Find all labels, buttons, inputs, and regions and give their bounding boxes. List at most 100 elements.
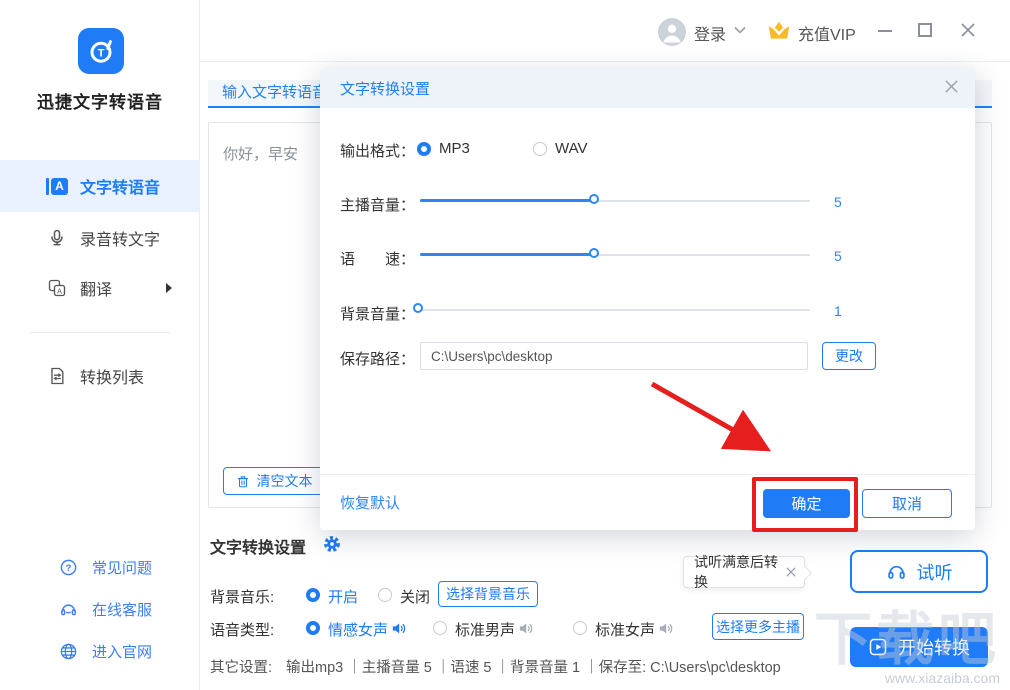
bg-music-on-label[interactable]: 开启 — [328, 586, 358, 607]
sidebar-item-speech-to-text[interactable]: 录音转文字 — [0, 212, 200, 264]
format-wav-label[interactable]: WAV — [555, 140, 588, 157]
listen-tooltip: 试听满意后转换 — [683, 554, 813, 590]
minimize-icon[interactable] — [878, 30, 892, 32]
sidebar-divider — [30, 332, 170, 333]
more-voices-button[interactable]: 选择更多主播 — [712, 613, 804, 640]
restore-defaults-link[interactable]: 恢复默认 — [340, 492, 400, 513]
modal-footer-divider — [320, 474, 975, 475]
listen-button[interactable]: 试听 — [850, 550, 988, 593]
format-mp3-radio[interactable] — [417, 142, 431, 156]
app-window: T 迅捷文字转语音 文字转语音 录音转文字 A — [0, 0, 1010, 690]
sidebar-item-translate[interactable]: A 翻译 — [0, 262, 200, 314]
sidebar-item-label: 翻译 — [80, 282, 113, 299]
voice-standard-male-radio[interactable] — [433, 621, 447, 635]
globe-icon — [58, 642, 78, 661]
gear-icon[interactable] — [322, 534, 342, 554]
bg-music-label: 背景音乐: — [210, 589, 275, 606]
format-mp3-label[interactable]: MP3 — [439, 140, 470, 157]
conversion-list-icon — [46, 366, 68, 386]
bg-music-off-label[interactable]: 关闭 — [400, 586, 430, 607]
speaker-icon-blue[interactable] — [390, 620, 407, 637]
anchor-volume-label: 主播音量： — [340, 197, 416, 214]
headphones-icon — [886, 561, 907, 582]
speed-value: 5 — [834, 248, 842, 264]
voice-standard-female-radio[interactable] — [573, 621, 587, 635]
ok-button[interactable]: 确定 — [763, 489, 850, 518]
text-input-content: 你好，早安 — [223, 146, 299, 163]
svg-text:T: T — [98, 48, 105, 60]
speed-slider[interactable] — [420, 248, 810, 262]
sidebar-item-text-to-speech[interactable]: 文字转语音 — [0, 160, 200, 212]
slider-handle[interactable] — [588, 194, 599, 204]
voice-type-label: 语音类型: — [210, 622, 275, 639]
svg-text:?: ? — [65, 563, 71, 574]
start-convert-button[interactable]: 开始转换 — [850, 627, 988, 667]
trash-icon — [236, 474, 250, 489]
voice-emotional-female-label[interactable]: 情感女声 — [328, 619, 388, 640]
tooltip-close-icon[interactable] — [786, 567, 796, 577]
anchor-volume-value: 5 — [834, 194, 842, 210]
sidebar: T 迅捷文字转语音 文字转语音 录音转文字 A — [0, 0, 200, 690]
play-icon — [868, 637, 888, 657]
translate-icon: A — [46, 278, 68, 298]
other-settings-label: 其它设置: — [210, 660, 273, 676]
bg-music-off-radio[interactable] — [378, 588, 392, 602]
voice-emotional-female-radio[interactable] — [306, 621, 320, 635]
settings-modal: 文字转换设置 输出格式： MP3 WAV 主播音量： 5 语 速： 5 背景音量… — [320, 68, 975, 530]
watermark-url: www.xiazaiba.com — [884, 670, 1000, 686]
tooltip-text: 试听满意后转换 — [694, 554, 778, 590]
question-icon: ? — [58, 558, 78, 577]
voice-standard-male-label[interactable]: 标准男声 — [455, 619, 515, 640]
tooltip-arrow — [797, 565, 813, 581]
titlebar: 登录 充值VIP — [200, 0, 1010, 62]
cancel-button[interactable]: 取消 — [862, 489, 952, 518]
bg-volume-value: 1 — [834, 303, 842, 319]
app-logo-icon: T — [78, 28, 124, 74]
close-icon[interactable] — [960, 22, 976, 38]
bg-volume-slider[interactable] — [413, 303, 810, 317]
microphone-icon — [46, 228, 68, 248]
avatar[interactable] — [658, 18, 686, 46]
modal-title: 文字转换设置 — [340, 81, 431, 98]
bg-music-on-radio[interactable] — [306, 588, 320, 602]
format-wav-radio[interactable] — [533, 142, 547, 156]
save-path-label: 保存路径： — [340, 351, 416, 368]
sidebar-item-conversion-list[interactable]: 转换列表 — [0, 350, 200, 402]
speaker-icon-gray[interactable] — [517, 620, 534, 637]
other-settings-value: 输出mp3 ｜主播音量 5 ｜语速 5 ｜背景音量 1 ｜保存至: C:\Use… — [286, 660, 781, 676]
sidebar-footer-label: 在线客服 — [92, 601, 153, 619]
recharge-vip-button[interactable]: 充值VIP — [798, 21, 856, 45]
login-button[interactable]: 登录 — [694, 21, 726, 45]
modal-header: 文字转换设置 — [320, 68, 975, 108]
sidebar-item-official-site[interactable]: 进入官网 — [0, 634, 200, 668]
settings-section-title: 文字转换设置 — [210, 540, 307, 557]
bg-volume-label: 背景音量： — [340, 306, 416, 323]
voice-standard-female-label[interactable]: 标准女声 — [595, 619, 655, 640]
speaker-icon-gray[interactable] — [657, 620, 674, 637]
slider-handle[interactable] — [588, 248, 599, 258]
sidebar-item-customer-service[interactable]: 在线客服 — [0, 592, 200, 626]
change-path-button[interactable]: 更改 — [822, 342, 876, 370]
crown-icon — [765, 18, 793, 44]
chevron-down-icon[interactable] — [734, 26, 746, 34]
speed-label: 语 速： — [340, 251, 416, 268]
svg-text:A: A — [57, 287, 62, 295]
slider-handle[interactable] — [413, 303, 423, 313]
sidebar-item-faq[interactable]: ? 常见问题 — [0, 550, 200, 584]
choose-bg-music-button[interactable]: 选择背景音乐 — [438, 581, 538, 607]
maximize-icon[interactable] — [918, 23, 932, 37]
sidebar-item-label: 转换列表 — [80, 370, 145, 387]
text-to-speech-icon — [46, 177, 68, 195]
submenu-caret-icon — [166, 283, 172, 293]
modal-close-icon[interactable] — [944, 79, 959, 94]
anchor-volume-slider[interactable] — [420, 194, 810, 208]
sidebar-item-label: 录音转文字 — [80, 232, 161, 249]
sidebar-footer-label: 进入官网 — [92, 643, 153, 661]
app-title: 迅捷文字转语音 — [37, 93, 163, 112]
headset-icon — [58, 600, 78, 619]
sidebar-item-label: 文字转语音 — [80, 180, 161, 197]
output-format-label: 输出格式： — [340, 143, 416, 160]
sidebar-footer-label: 常见问题 — [92, 559, 153, 577]
clear-text-button[interactable]: 清空文本 — [223, 467, 325, 495]
save-path-input[interactable] — [420, 342, 808, 370]
